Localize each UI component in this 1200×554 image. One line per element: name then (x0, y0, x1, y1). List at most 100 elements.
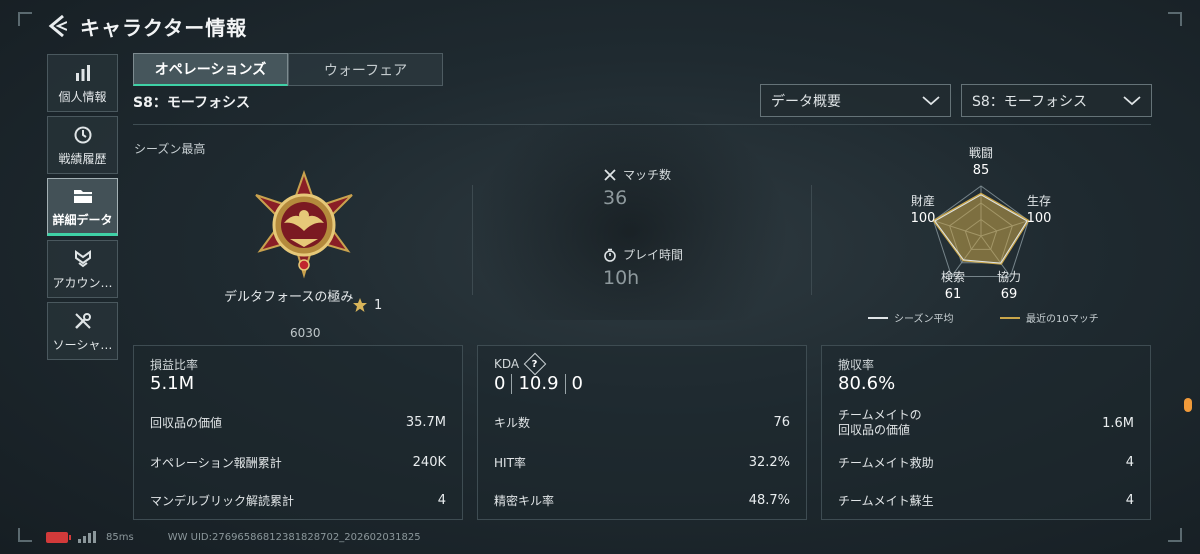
rank-medal-icon (255, 170, 353, 279)
dropdown-value: S8：モーフォシス (972, 93, 1087, 110)
stat-row: チームメイト蘇生 4 (838, 492, 1134, 509)
tab-operations[interactable]: オペレーションズ (133, 53, 288, 86)
sidebar-item-label: 個人情報 (58, 89, 107, 104)
kda-deaths: 10.9 (518, 373, 559, 394)
radar-value-wealth: 100 (910, 211, 936, 226)
stat-row: 精密キル率 48.7% (494, 492, 790, 509)
stat-value: 32.2% (748, 455, 790, 470)
battery-low-icon (46, 531, 71, 543)
radar-value-survival: 100 (1026, 211, 1052, 226)
frame-corner (1168, 528, 1182, 542)
bar-chart-icon (72, 62, 94, 84)
sidebar-item-history[interactable]: 戦績履歴 (47, 116, 118, 174)
rank-stars: 1 (352, 297, 382, 313)
stat-label: チームメイトの 回収品の価値 (838, 408, 922, 437)
sidebar-item-label: ソーシャ… (52, 337, 113, 352)
wrench-tools-icon (72, 310, 94, 332)
chevron-down-icon (922, 95, 940, 105)
season-best-label: シーズン最高 (134, 142, 206, 156)
season-dropdown[interactable]: S8：モーフォシス (961, 84, 1152, 117)
sidebar-item-personal-info[interactable]: 個人情報 (47, 54, 118, 112)
sidebar-item-account[interactable]: アカウン… (47, 240, 118, 298)
ping-value: 85ms (106, 531, 134, 543)
panel-title: 撤収率 (838, 358, 875, 372)
stat-row: チームメイト救助 4 (838, 454, 1134, 471)
page-title: キャラクター情報 (80, 15, 248, 40)
divider (133, 124, 1151, 125)
sidebar: 個人情報 戦績履歴 詳細データ アカウン… ソーシャ… (47, 54, 118, 364)
radar-value-combat: 85 (972, 163, 990, 178)
stat-row: 回収品の価値 35.7M (150, 414, 446, 431)
stat-label: HIT率 (494, 456, 526, 470)
playtime-label: プレイ時間 (623, 248, 684, 262)
chevron-down-icon (1123, 95, 1141, 105)
divider (811, 185, 812, 295)
stat-label: 回収品の価値 (150, 416, 223, 430)
radar-label-wealth: 財産 (910, 194, 935, 208)
legend-label: シーズン平均 (894, 314, 954, 325)
stat-label: キル数 (494, 416, 531, 430)
divider (564, 373, 566, 394)
radar-value-cooperation: 69 (1000, 287, 1018, 302)
legend-label: 最近の10マッチ (1026, 314, 1099, 325)
tab-warfare[interactable]: ウォーフェア (288, 53, 443, 86)
stopwatch-icon (604, 248, 616, 262)
stat-row: チームメイトの 回収品の価値 1.6M (838, 408, 1134, 438)
sidebar-item-label: アカウン… (52, 275, 113, 290)
star-icon (353, 298, 367, 312)
stat-value: 35.7M (405, 415, 446, 430)
crossed-swords-icon (604, 168, 616, 181)
frame-corner (18, 12, 32, 26)
legend-swatch (1000, 316, 1020, 319)
stat-label: 精密キル率 (494, 494, 555, 508)
stat-row: オペレーション報酬累計 240K (150, 454, 446, 471)
stat-row: HIT率 32.2% (494, 454, 790, 471)
season-heading: S8：モーフォシス (133, 95, 250, 111)
rank-score: 6030 (290, 326, 321, 340)
panel-title: KDA (494, 357, 520, 371)
stat-value: 1.6M (1102, 415, 1134, 431)
status-bar: 85ms WW UID:276965868123818287​02_202602… (46, 531, 421, 543)
stat-value: 240K (412, 455, 446, 470)
profit-ratio-value: 5.1M (150, 373, 195, 394)
playtime-value: 10h (603, 267, 640, 289)
user-uid: WW UID:276965868123818287​02_20260203182… (167, 531, 421, 543)
sidebar-item-label: 戦績履歴 (58, 151, 107, 166)
stat-value: 4 (1125, 455, 1134, 470)
kda-values: 0 10.9 0 (494, 373, 583, 394)
back-arrow-icon (48, 14, 67, 38)
stat-label: チームメイト救助 (838, 456, 934, 470)
stat-label: チームメイト蘇生 (838, 494, 934, 508)
match-count-value: 36 (603, 187, 628, 209)
playtime-block: プレイ時間 10h (603, 246, 683, 289)
account-badge-icon (72, 248, 94, 270)
kda-panel: KDA ? 0 10.9 0 キル数 76 HIT率 32.2% 精密キル率 4… (477, 345, 807, 520)
folder-icon (72, 185, 94, 207)
frame-corner (18, 528, 32, 542)
signal-icon (78, 531, 96, 543)
stat-value: 4 (437, 493, 446, 508)
help-icon[interactable]: ? (523, 352, 547, 376)
stat-value: 4 (1125, 493, 1134, 508)
stat-row: キル数 76 (494, 414, 790, 431)
sidebar-item-social[interactable]: ソーシャ… (47, 302, 118, 360)
radar-value-search: 61 (944, 287, 962, 302)
data-type-dropdown[interactable]: データ概要 (760, 84, 951, 117)
sidebar-item-detail-data[interactable]: 詳細データ (47, 178, 118, 236)
stat-value: 48.7% (748, 493, 790, 508)
extract-panel: 撤収率 80.6% チームメイトの 回収品の価値 1.6M チームメイト救助 4… (821, 345, 1151, 520)
dropdown-value: データ概要 (771, 93, 841, 110)
back-button[interactable] (46, 12, 68, 40)
mode-tabs: オペレーションズ ウォーフェア (133, 53, 443, 86)
rank-name: デルタフォースの極み (224, 290, 354, 305)
stat-label: オペレーション報酬累計 (150, 456, 282, 470)
stat-label: マンデルブリック解読累計 (150, 494, 295, 508)
notification-indicator (1184, 398, 1192, 412)
radar-label-search: 検索 (940, 270, 965, 284)
frame-corner (1168, 12, 1182, 26)
radar-label-cooperation: 協力 (996, 270, 1021, 284)
divider (511, 373, 513, 394)
divider (472, 185, 473, 295)
legend-swatch (868, 316, 888, 319)
extract-rate-value: 80.6% (838, 373, 896, 394)
